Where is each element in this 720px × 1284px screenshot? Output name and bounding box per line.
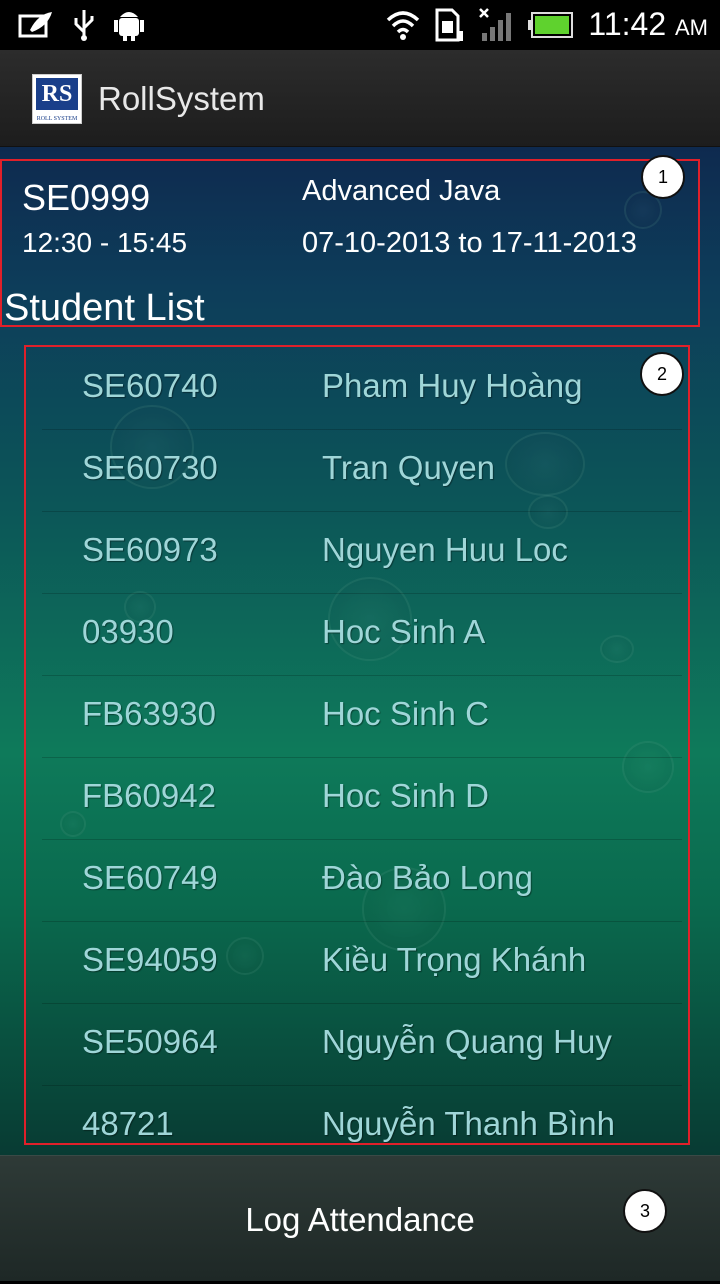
student-name: Nguyễn Thanh Bình [322,1105,615,1142]
list-item[interactable]: SE94059 Kiều Trọng Khánh [42,921,682,1004]
student-name: Đào Bảo Long [322,859,534,896]
student-id: SE94059 [82,941,218,978]
student-id: 48721 [82,1105,174,1142]
student-name: Nguyen Huu Loc [322,531,568,568]
app-title: RollSystem [98,80,265,117]
student-list[interactable]: SE60740 Pham Huy Hoàng SE60730 Tran Quye… [24,345,690,1145]
action-bar: RS ROLL SYSTEM RollSystem [0,50,720,147]
annotation-marker-2: 2 [640,352,684,396]
student-name: Kiều Trọng Khánh [322,941,587,978]
list-item[interactable]: SE60973 Nguyen Huu Loc [42,511,682,594]
list-item[interactable]: FB63930 Hoc Sinh C [42,675,682,758]
student-list-title: Student List [4,287,205,329]
course-time: 12:30 - 15:45 [22,227,188,258]
usb-icon [74,10,94,41]
list-item[interactable]: SE50964 Nguyễn Quang Huy [42,1003,682,1086]
course-info-panel: SE0999 12:30 - 15:45 Advanced Java 07-10… [0,159,700,329]
student-id: SE60740 [82,367,218,404]
main-content: SE0999 12:30 - 15:45 Advanced Java 07-10… [0,147,720,1155]
logo-subtext: ROLL SYSTEM [36,116,78,122]
clock-time: 11:42 [588,6,667,42]
student-name: Hoc Sinh C [322,695,489,732]
sim-icon [435,8,464,41]
student-id: SE60973 [82,531,218,568]
clock-ampm: AM [675,15,708,40]
student-name: Nguyễn Quang Huy [322,1023,612,1060]
student-id: 03930 [82,613,174,650]
student-name: Tran Quyen [322,449,496,486]
app-notification-icon [18,12,52,38]
bottom-bar: Log Attendance 3 [0,1155,720,1281]
list-item[interactable]: SE60730 Tran Quyen [42,429,682,512]
battery-icon [528,11,574,38]
list-item[interactable]: SE60740 Pham Huy Hoàng [42,347,682,430]
student-id: SE50964 [82,1023,218,1060]
list-item[interactable]: SE60749 Đào Bảo Long [42,839,682,922]
wifi-icon [387,10,420,40]
clock: 11:42 AM [588,6,708,43]
list-item[interactable]: FB60942 Hoc Sinh D [42,757,682,840]
log-attendance-button[interactable]: Log Attendance [0,1156,720,1281]
student-name: Hoc Sinh D [322,777,489,814]
course-dates: 07-10-2013 to 17-11-2013 [302,227,637,259]
student-id: FB60942 [82,777,216,814]
list-item[interactable]: 48721 Nguyễn Thanh Bình [42,1085,682,1143]
list-item[interactable]: 03930 Hoc Sinh A [42,593,682,676]
status-bar: 11:42 AM [0,0,720,50]
no-signal-icon [479,7,512,41]
student-name: Hoc Sinh A [322,613,486,650]
student-id: SE60730 [82,449,218,486]
annotation-marker-3: 3 [623,1189,667,1233]
student-id: SE60749 [82,859,218,896]
course-code: SE0999 [22,177,151,218]
student-id: FB63930 [82,695,216,732]
logo-text: RS [36,78,78,110]
student-name: Pham Huy Hoàng [322,367,583,404]
annotation-marker-1: 1 [641,155,685,199]
android-debug-icon [114,12,144,41]
course-name: Advanced Java [302,175,501,207]
app-logo: RS ROLL SYSTEM [32,74,82,124]
